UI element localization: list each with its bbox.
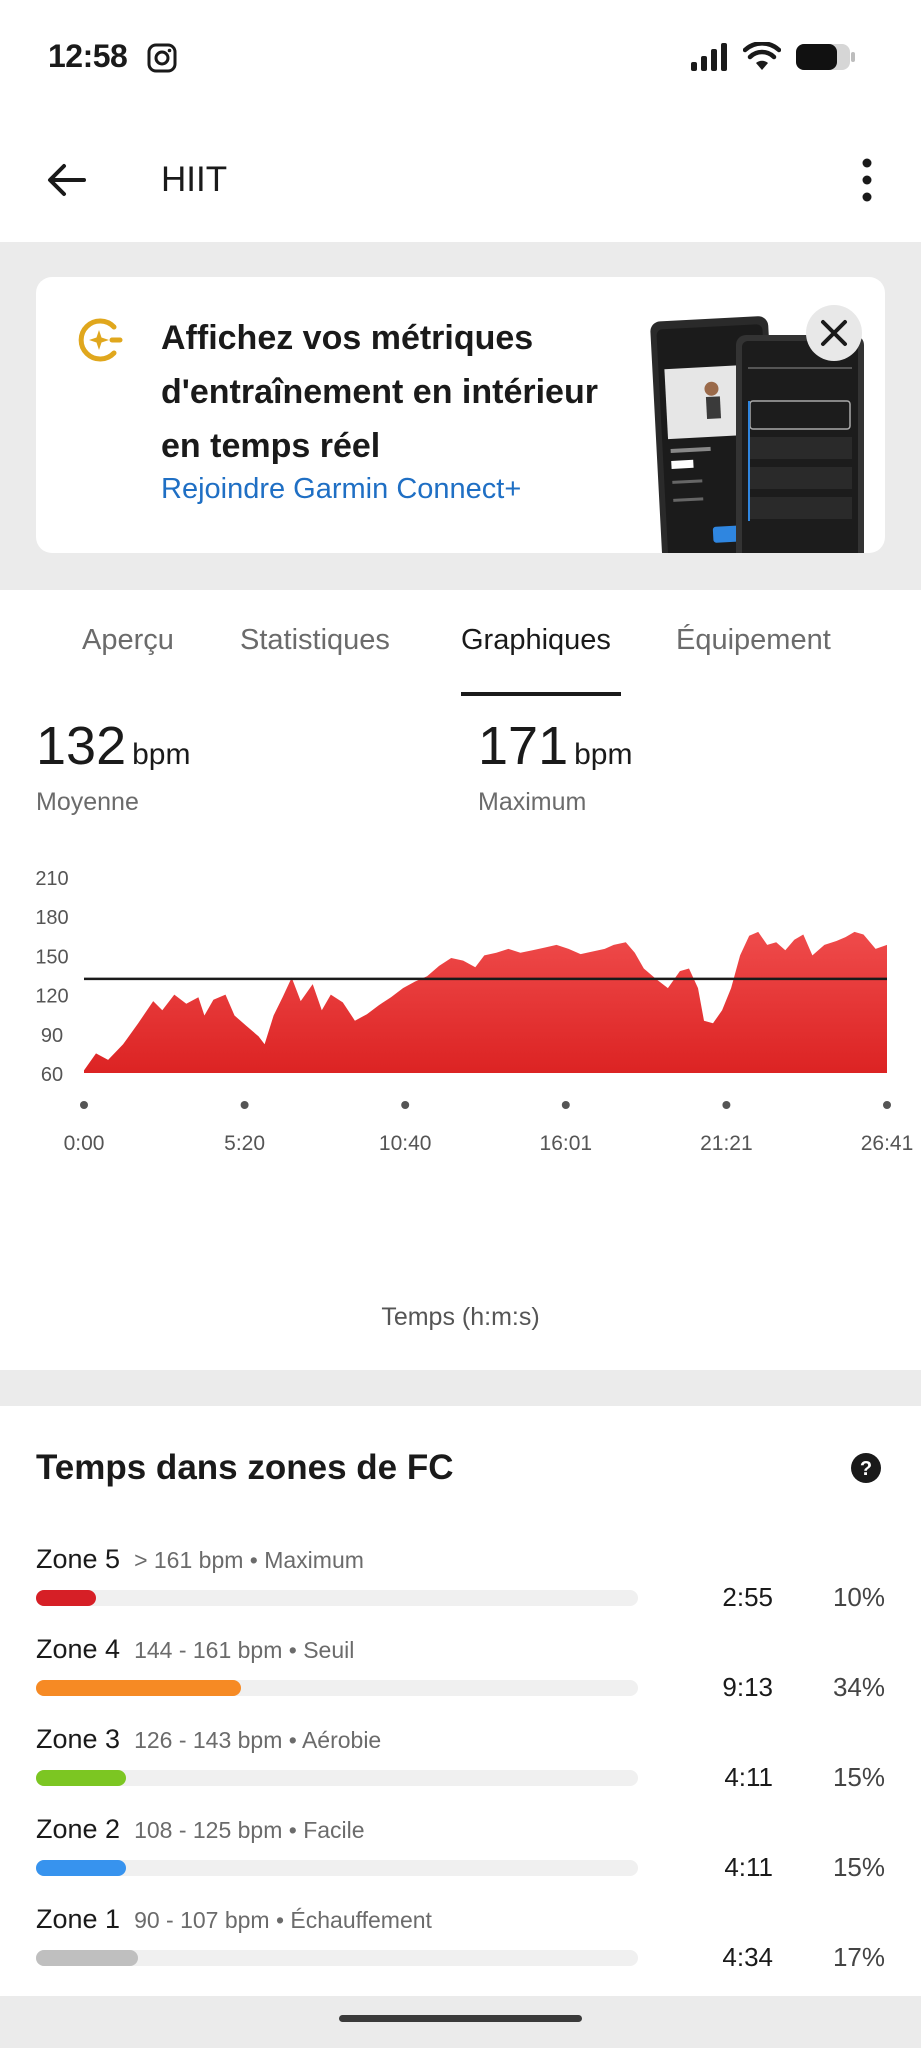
x-tick-label: 16:01 [540, 1132, 593, 1155]
battery-icon [796, 44, 855, 70]
join-garmin-connect-link[interactable]: Rejoindre Garmin Connect+ [161, 473, 521, 506]
x-tick-label: 0:00 [64, 1132, 105, 1155]
zone-bar-fill [36, 1680, 241, 1696]
zone-name: Zone 1 [36, 1904, 121, 1934]
max-hr-label: Maximum [478, 788, 587, 816]
svg-text:?: ? [860, 1458, 872, 1480]
zone-bar-fill [36, 1860, 127, 1876]
home-indicator[interactable] [339, 2015, 582, 2022]
zone-range: 126 - 143 bpm • Aérobie [134, 1727, 382, 1753]
zone-time: 4:11 [724, 1852, 773, 1882]
tab-graphiques[interactable]: Graphiques [461, 624, 611, 657]
tab-statistiques[interactable]: Statistiques [240, 624, 390, 657]
x-tick-label: 26:41 [861, 1132, 914, 1155]
garmin-connect-plus-icon [78, 318, 123, 362]
zone-row: Zone 1 90 - 107 bpm • Échauffement 4:34 1… [0, 1904, 921, 1994]
y-tick-label: 120 [35, 986, 68, 1008]
more-options-button[interactable] [837, 150, 897, 210]
tab-equipement[interactable]: Équipement [676, 624, 831, 657]
wifi-icon [743, 42, 781, 70]
y-tick-label: 150 [35, 946, 68, 968]
status-time: 12:58 [48, 38, 128, 74]
zone-bar-track [36, 1860, 638, 1876]
zone-time: 9:13 [722, 1672, 773, 1702]
close-promo-button[interactable] [806, 305, 862, 361]
heart-rate-chart[interactable]: 210 180 150 120 90 60 0:00 5:20 10:40 16:01 21:21 2… [0, 865, 921, 1285]
arrow-left-icon [48, 164, 86, 196]
max-hr-value: 171 [478, 716, 569, 776]
promo-card[interactable]: Affichez vos métriques d'entraînement en… [36, 277, 885, 553]
instagram-icon [147, 43, 177, 73]
zone-row: Zone 5 > 161 bpm • Maximum 2:55 10% [0, 1544, 921, 1634]
zone-bar-track [36, 1590, 638, 1606]
zone-bar-fill [36, 1590, 97, 1606]
page-title: HIIT [161, 160, 228, 199]
status-bar: 12:58 [0, 0, 921, 118]
zone-row: Zone 4 144 - 161 bpm • Seuil 9:13 34% [0, 1634, 921, 1724]
zone-name: Zone 2 [36, 1814, 121, 1844]
average-hr-stat: 132 bpm Moyenne [36, 716, 190, 817]
zone-name: Zone 3 [36, 1724, 121, 1754]
zone-bar-track [36, 1770, 638, 1786]
y-tick-label: 210 [35, 868, 68, 890]
x-tick-dot [883, 1101, 891, 1109]
status-indicators [689, 40, 857, 74]
tab-apercu[interactable]: Aperçu [82, 624, 174, 657]
zone-percent: 15% [832, 1852, 885, 1882]
tab-bar: Aperçu Statistiques Graphiques Équipemen… [0, 590, 921, 696]
promo-text: Affichez vos métriques d'entraînement en… [161, 319, 598, 465]
hr-area-series [84, 931, 887, 1073]
back-button[interactable] [36, 150, 96, 210]
y-tick-label: 60 [41, 1064, 63, 1086]
x-tick-label: 21:21 [700, 1132, 753, 1155]
zone-range: 108 - 125 bpm • Facile [134, 1817, 365, 1843]
average-hr-value: 132 [36, 716, 127, 776]
hr-zones-section: Temps dans zones de FC ? Zone 5 > 161 bpm… [0, 1406, 921, 1996]
active-tab-indicator [461, 692, 621, 696]
zone-bar-fill [36, 1770, 127, 1786]
charts-panel: Aperçu Statistiques Graphiques Équipemen… [0, 590, 921, 1370]
zone-time: 4:11 [724, 1762, 773, 1792]
signal-icon [691, 43, 727, 71]
zone-range: > 161 bpm • Maximum [134, 1547, 364, 1573]
max-hr-stat: 171 bpm Maximum [478, 716, 632, 817]
zone-percent: 10% [832, 1582, 885, 1612]
zone-range: 144 - 161 bpm • Seuil [134, 1637, 355, 1663]
zone-bar-fill [36, 1950, 139, 1966]
app-bar: HIIT [0, 118, 921, 242]
y-tick-label: 180 [35, 907, 68, 929]
average-hr-unit: bpm [132, 738, 191, 771]
x-tick-dot [240, 1101, 249, 1109]
zone-range: 90 - 107 bpm • Échauffement [134, 1907, 432, 1933]
zone-name: Zone 4 [36, 1634, 121, 1664]
zone-name: Zone 5 [36, 1544, 121, 1574]
y-tick-label: 90 [41, 1025, 63, 1047]
zone-time: 2:55 [722, 1582, 773, 1612]
x-tick-dot [401, 1101, 410, 1109]
zone-bar-track [36, 1950, 638, 1966]
zone-row: Zone 2 108 - 125 bpm • Facile 4:11 15% [0, 1814, 921, 1904]
x-tick-dot [561, 1101, 570, 1109]
x-tick-label: 10:40 [379, 1132, 432, 1155]
zone-bar-track [36, 1680, 638, 1696]
zone-time: 4:34 [722, 1942, 773, 1972]
chart-x-axis-title: Temps (h:m:s) [381, 1303, 540, 1331]
help-icon[interactable]: ? [850, 1452, 882, 1484]
zone-row: Zone 3 126 - 143 bpm • Aérobie 4:11 15% [0, 1724, 921, 1814]
zone-percent: 34% [832, 1672, 885, 1702]
zones-title: Temps dans zones de FC [36, 1448, 454, 1487]
more-vert-icon [862, 158, 872, 202]
zone-percent: 15% [832, 1762, 885, 1792]
zone-percent: 17% [832, 1942, 885, 1972]
x-tick-dot [722, 1101, 731, 1109]
x-tick-label: 5:20 [224, 1132, 265, 1155]
x-tick-dot [80, 1101, 88, 1109]
average-hr-label: Moyenne [36, 788, 139, 816]
max-hr-unit: bpm [574, 738, 633, 771]
close-icon [821, 320, 847, 346]
